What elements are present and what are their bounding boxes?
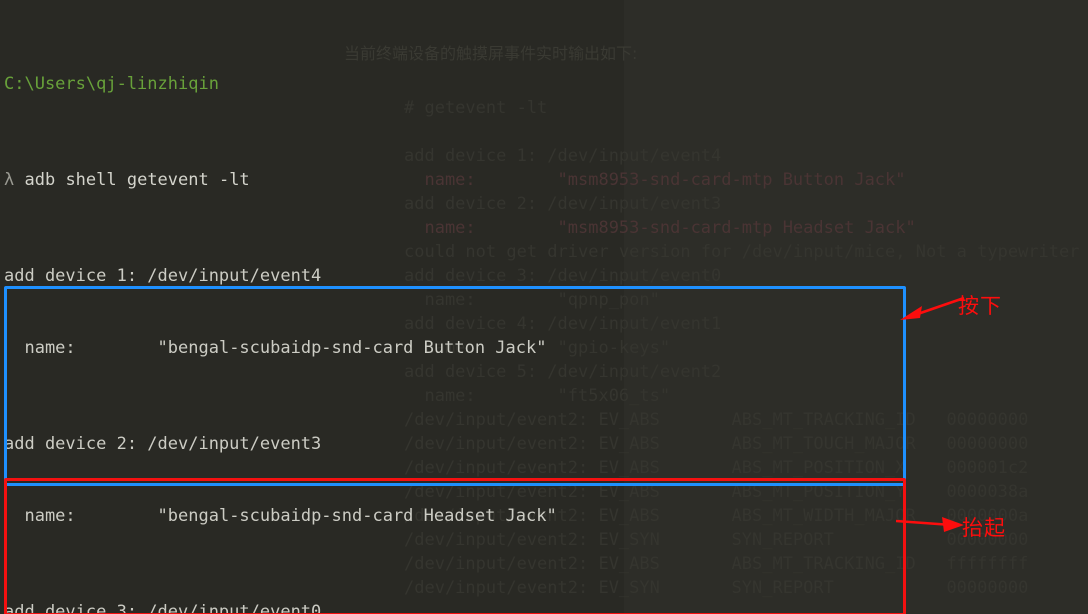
device-name-line: name: "bengal-scubaidp-snd-card Headset … xyxy=(4,504,833,528)
annotation-touch-down: 按下 xyxy=(958,294,1002,318)
device-name-value: "bengal-scubaidp-snd-card Headset Jack" xyxy=(157,506,557,526)
prompt-path: C:\Users\qj-linzhiqin xyxy=(4,74,219,94)
arrow-to-touch-down-icon xyxy=(900,296,965,320)
device-add-line: add device 2: /dev/input/event3 xyxy=(4,434,322,454)
prompt-symbol: λ xyxy=(4,170,15,190)
command-text: adb shell getevent -lt xyxy=(24,170,250,190)
terminal-output[interactable]: C:\Users\qj-linzhiqin λ adb shell geteve… xyxy=(4,0,833,614)
command-line: λ adb shell getevent -lt xyxy=(4,168,833,192)
device-name-line: name: "bengal-scubaidp-snd-card Button J… xyxy=(4,336,833,360)
device-name-label: name: xyxy=(4,506,76,526)
device-name-value: "bengal-scubaidp-snd-card Button Jack" xyxy=(157,338,547,358)
arrow-to-touch-up-icon xyxy=(896,517,964,532)
device-add-line: add device 3: /dev/input/event0 xyxy=(4,602,322,614)
device-add-line: add device 1: /dev/input/event4 xyxy=(4,266,322,286)
prompt-path-line: C:\Users\qj-linzhiqin xyxy=(4,72,833,96)
terminal-screenshot: 当前终端设备的触摸屏事件实时输出如下: # getevent -lt add d… xyxy=(0,0,1088,614)
annotation-touch-up: 抬起 xyxy=(962,516,1006,540)
device-name-label: name: xyxy=(4,338,76,358)
